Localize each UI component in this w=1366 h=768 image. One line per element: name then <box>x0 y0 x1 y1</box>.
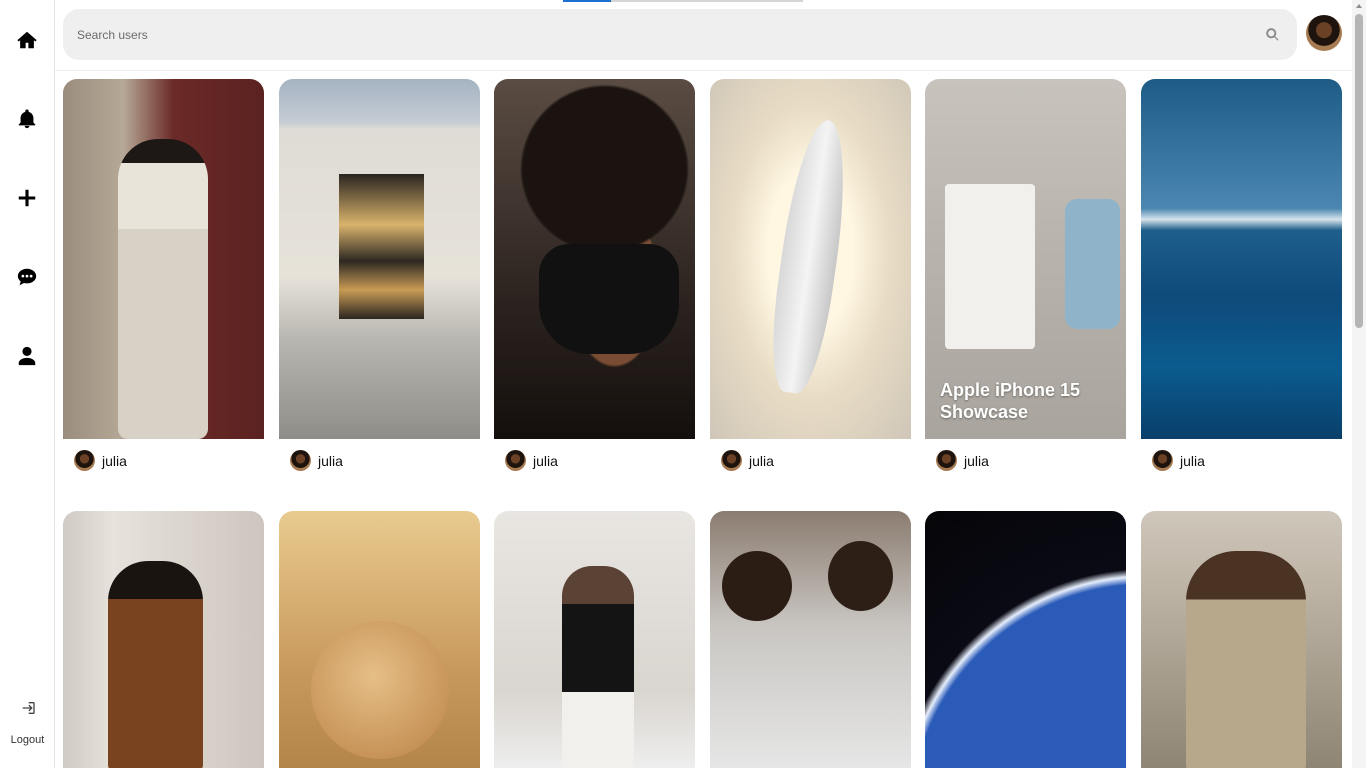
avatar <box>721 450 742 471</box>
pin-image[interactable] <box>1141 79 1342 439</box>
logout-button[interactable]: Logout <box>0 700 55 746</box>
pin-image[interactable] <box>710 511 911 768</box>
app-root: Logout julia julia <box>0 0 1366 768</box>
pin-author[interactable]: julia <box>290 450 343 471</box>
avatar <box>290 450 311 471</box>
author-name: julia <box>749 452 774 469</box>
header-divider <box>55 70 1352 71</box>
pin-image[interactable] <box>63 511 264 768</box>
pin-image[interactable] <box>710 79 911 439</box>
avatar <box>936 450 957 471</box>
avatar <box>505 450 526 471</box>
pin-image[interactable] <box>279 511 480 768</box>
sign-out-icon <box>19 700 37 718</box>
pin-image[interactable] <box>1141 511 1342 768</box>
scroll-up-arrow-icon[interactable] <box>1356 4 1362 8</box>
pin-image[interactable] <box>494 511 695 768</box>
author-name: julia <box>1180 452 1205 469</box>
feed-tab-indicator <box>563 0 803 2</box>
pin-author[interactable]: julia <box>721 450 774 471</box>
pin-image[interactable] <box>494 79 695 439</box>
logout-label: Logout <box>10 734 45 746</box>
author-name: julia <box>964 452 989 469</box>
page-scrollbar[interactable] <box>1352 0 1366 768</box>
pin-image[interactable] <box>925 511 1126 768</box>
pin-author[interactable]: julia <box>74 450 127 471</box>
home-icon[interactable] <box>14 27 40 53</box>
pin-image[interactable] <box>63 79 264 439</box>
pin-title: Apple iPhone 15 Showcase <box>940 380 1081 422</box>
active-tab-indicator <box>563 0 611 2</box>
pin-image[interactable]: Apple iPhone 15 Showcase <box>925 79 1126 439</box>
search-icon[interactable] <box>1263 26 1281 44</box>
pin-author[interactable]: julia <box>505 450 558 471</box>
pin-image[interactable] <box>279 79 480 439</box>
author-name: julia <box>102 452 127 469</box>
avatar <box>74 450 95 471</box>
plus-icon[interactable] <box>14 185 40 211</box>
current-user-avatar[interactable] <box>1306 15 1342 51</box>
author-name: julia <box>533 452 558 469</box>
chat-bubble-icon[interactable] <box>14 264 40 290</box>
author-name: julia <box>318 452 343 469</box>
search-bar <box>63 9 1297 60</box>
avatar <box>1152 450 1173 471</box>
user-icon[interactable] <box>14 343 40 369</box>
pin-author[interactable]: julia <box>936 450 989 471</box>
scrollbar-thumb[interactable] <box>1355 14 1363 328</box>
bell-icon[interactable] <box>14 106 40 132</box>
sidebar: Logout <box>0 0 55 768</box>
search-input[interactable] <box>77 27 1263 42</box>
pin-author[interactable]: julia <box>1152 450 1205 471</box>
